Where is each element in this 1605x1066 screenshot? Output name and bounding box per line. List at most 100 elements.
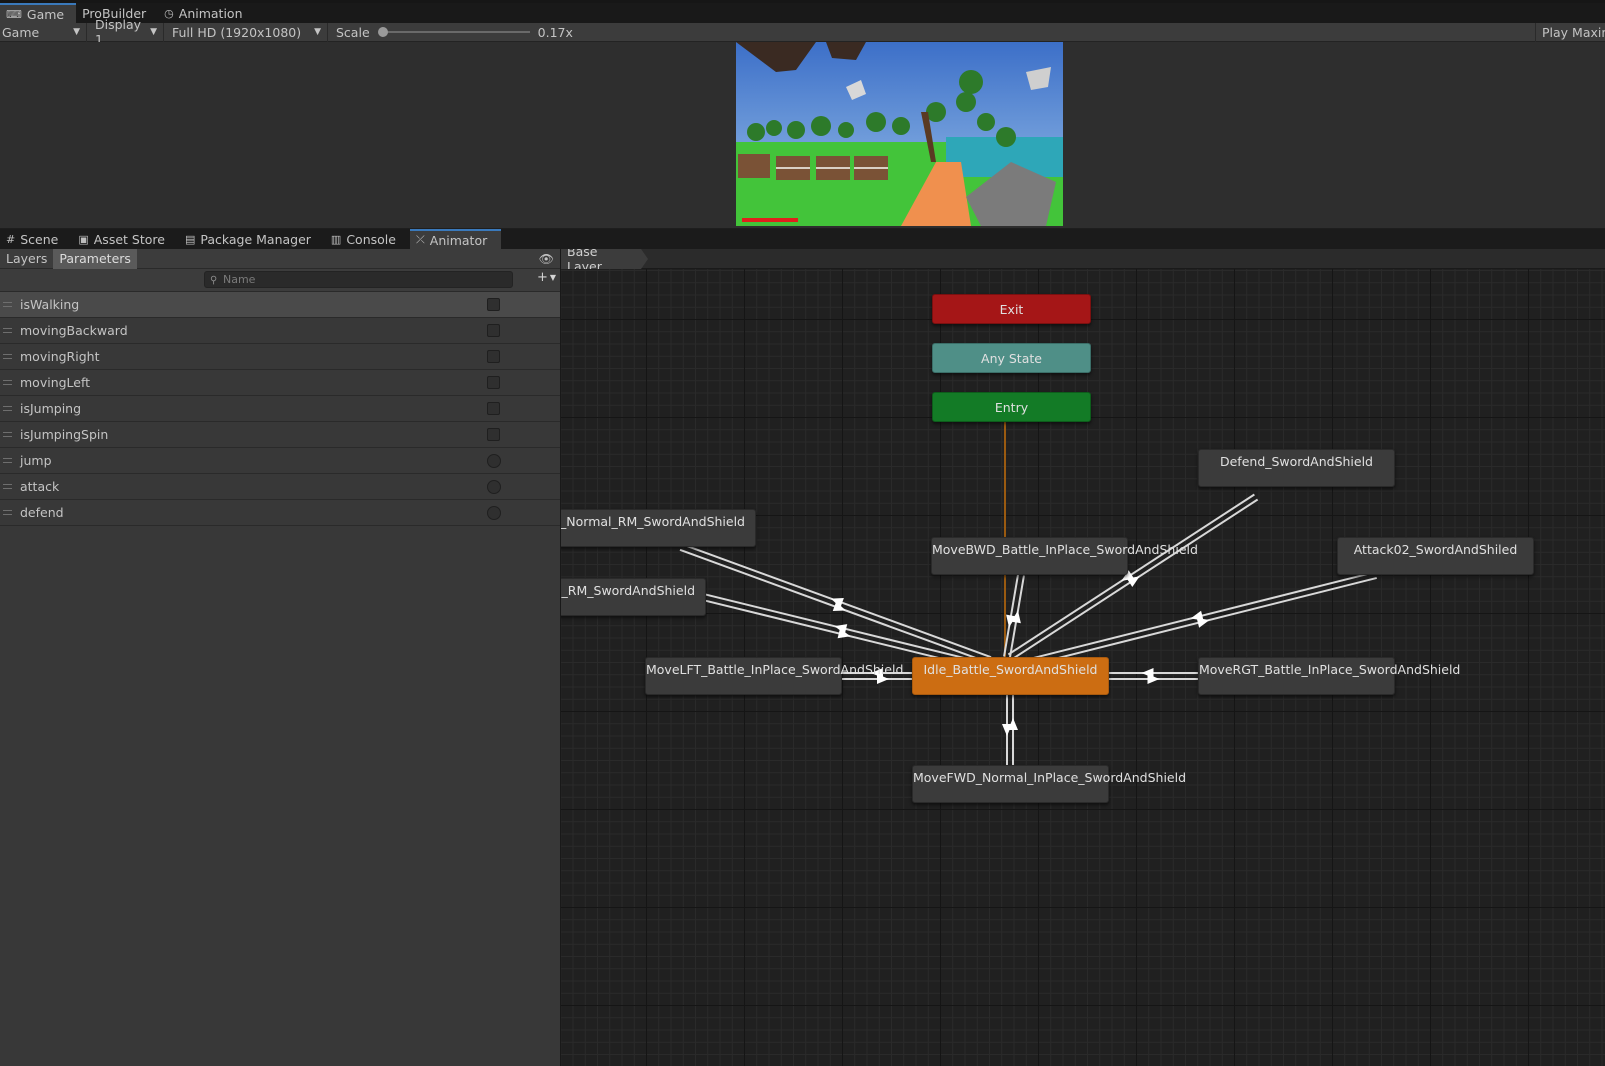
tab-package-manager[interactable]: ▤ Package Manager bbox=[179, 229, 325, 249]
parameter-name[interactable]: isJumpingSpin bbox=[20, 427, 108, 442]
parameter-name[interactable]: movingLeft bbox=[20, 375, 90, 390]
parameter-name[interactable]: movingBackward bbox=[20, 323, 128, 338]
eye-icon[interactable]: 👁 bbox=[539, 252, 554, 266]
parameter-search-row: ⚲ Name + ▼ bbox=[0, 269, 560, 292]
state-label: MoveRGT_Battle_InPlace_SwordAndShield bbox=[1199, 662, 1461, 677]
parameter-name[interactable]: defend bbox=[20, 505, 64, 520]
parameter-name[interactable]: attack bbox=[20, 479, 59, 494]
state-defend[interactable]: Defend_SwordAndShield bbox=[1198, 449, 1395, 487]
tab-scene[interactable]: # Scene bbox=[0, 229, 72, 249]
drag-handle-icon[interactable] bbox=[3, 484, 12, 489]
state-exit[interactable]: Exit bbox=[932, 294, 1091, 324]
tab-animation[interactable]: ◷ Animation bbox=[158, 3, 254, 23]
tab-console[interactable]: ▥ Console bbox=[325, 229, 410, 249]
parameter-row[interactable]: isJumpingSpin bbox=[0, 422, 560, 448]
plus-icon: + bbox=[536, 270, 548, 285]
drag-handle-icon[interactable] bbox=[3, 510, 12, 515]
tab-asset-store[interactable]: ▣ Asset Store bbox=[72, 229, 179, 249]
parameter-row[interactable]: movingLeft bbox=[0, 370, 560, 396]
clock-icon: ◷ bbox=[164, 6, 174, 20]
parameter-row[interactable]: defend bbox=[0, 500, 560, 526]
state-label: MoveLFT_Battle_InPlace_SwordAndShield bbox=[646, 662, 904, 677]
tab-animator[interactable]: ⤫ Animator bbox=[409, 229, 502, 249]
parameter-checkbox[interactable] bbox=[487, 298, 500, 311]
scale-slider[interactable] bbox=[377, 27, 530, 37]
parameter-row[interactable]: attack bbox=[0, 474, 560, 500]
parameter-trigger-radio[interactable] bbox=[487, 453, 501, 468]
chevron-down-icon: ▼ bbox=[73, 27, 80, 37]
drag-handle-icon[interactable] bbox=[3, 328, 12, 333]
state-move-lft[interactable]: MoveLFT_Battle_InPlace_SwordAndShield bbox=[645, 657, 903, 695]
editor-tab-bar: # Scene ▣ Asset Store ▤ Package Manager … bbox=[0, 229, 1605, 249]
drag-handle-icon[interactable] bbox=[3, 302, 12, 307]
state-move-rgt[interactable]: MoveRGT_Battle_InPlace_SwordAndShield bbox=[1198, 657, 1460, 695]
tab-game[interactable]: ⌨ Game bbox=[0, 3, 77, 23]
state-move-bwd[interactable]: MoveBWD_Battle_InPlace_SwordAndShield bbox=[931, 537, 1198, 575]
state-jump-spin[interactable]: pin_RM_SwordAndShield bbox=[561, 578, 706, 616]
scale-slider-handle[interactable] bbox=[377, 27, 388, 37]
parameter-checkbox[interactable] bbox=[487, 402, 500, 415]
parameter-name[interactable]: isJumping bbox=[20, 401, 81, 416]
gamepad-icon: ⌨ bbox=[6, 7, 22, 21]
state-label: Idle_Battle_SwordAndShield bbox=[923, 662, 1098, 677]
parameter-name[interactable]: movingRight bbox=[20, 349, 99, 364]
game-render[interactable] bbox=[736, 42, 1063, 226]
state-any-state[interactable]: Any State bbox=[932, 343, 1091, 373]
tab-label: Game bbox=[26, 6, 65, 22]
state-label: MoveFWD_Normal_InPlace_SwordAndShield bbox=[913, 770, 1187, 785]
parameter-trigger-radio[interactable] bbox=[487, 505, 501, 520]
parameter-name[interactable]: isWalking bbox=[20, 297, 79, 312]
animator-icon: ⤫ bbox=[415, 233, 425, 246]
state-idle-default[interactable]: Idle_Battle_SwordAndShield bbox=[912, 657, 1109, 695]
game-view-dropdown[interactable]: Game ▼ bbox=[0, 23, 86, 42]
drag-handle-icon[interactable] bbox=[3, 354, 12, 359]
drag-handle-icon[interactable] bbox=[3, 458, 12, 463]
state-label: Exit bbox=[999, 302, 1024, 317]
state-label: Entry bbox=[994, 400, 1029, 415]
tab-label: Asset Store bbox=[93, 231, 165, 247]
play-maximized-dropdown[interactable]: Play Maximi bbox=[1535, 23, 1605, 42]
state-entry[interactable]: Entry bbox=[932, 392, 1091, 422]
drag-handle-icon[interactable] bbox=[3, 432, 12, 437]
parameter-row[interactable]: movingBackward bbox=[0, 318, 560, 344]
game-view[interactable] bbox=[0, 42, 1605, 228]
console-icon: ▥ bbox=[330, 232, 342, 246]
display-dropdown[interactable]: Display 1 ▼ bbox=[87, 17, 163, 47]
breadcrumb-base-layer[interactable]: Base Layer bbox=[561, 249, 648, 269]
grid-icon: # bbox=[6, 232, 16, 246]
play-mode-label: Play Maximi bbox=[1542, 25, 1605, 40]
parameter-row[interactable]: jump bbox=[0, 448, 560, 474]
search-placeholder: Name bbox=[223, 273, 256, 286]
state-label: oFull_Normal_RM_SwordAndShield bbox=[561, 514, 745, 529]
drag-handle-icon[interactable] bbox=[3, 406, 12, 411]
scale-value: 0.17x bbox=[537, 24, 573, 40]
drag-handle-icon[interactable] bbox=[3, 380, 12, 385]
parameter-row[interactable]: isWalking bbox=[0, 292, 560, 318]
tab-parameters[interactable]: Parameters bbox=[53, 248, 137, 269]
animator-graph[interactable]: Base Layer Exit Any State Entry Defend_S… bbox=[561, 249, 1605, 1066]
parameter-search-input[interactable]: ⚲ Name bbox=[204, 271, 513, 288]
parameter-checkbox[interactable] bbox=[487, 428, 500, 441]
parameter-trigger-radio[interactable] bbox=[487, 479, 501, 494]
parameter-checkbox[interactable] bbox=[487, 376, 500, 389]
state-move-fwd[interactable]: MoveFWD_Normal_InPlace_SwordAndShield bbox=[912, 765, 1186, 803]
tab-label: Console bbox=[346, 231, 396, 247]
state-label: pin_RM_SwordAndShield bbox=[561, 583, 695, 598]
search-icon: ⚲ bbox=[210, 275, 218, 286]
panel-tabs: Layers Parameters 👁 bbox=[0, 248, 560, 269]
state-jump-full[interactable]: oFull_Normal_RM_SwordAndShield bbox=[561, 509, 756, 547]
parameter-row[interactable]: isJumping bbox=[0, 396, 560, 422]
parameter-checkbox[interactable] bbox=[487, 324, 500, 337]
tab-layers[interactable]: Layers bbox=[0, 249, 53, 269]
state-attack[interactable]: Attack02_SwordAndShiled bbox=[1337, 537, 1534, 575]
state-label: Any State bbox=[981, 351, 1042, 366]
game-toolbar: Game ▼ Display 1 ▼ Full HD (1920x1080) ▼… bbox=[0, 17, 1605, 47]
add-parameter-button[interactable]: + ▼ bbox=[537, 270, 556, 285]
parameter-row[interactable]: movingRight bbox=[0, 344, 560, 370]
top-tab-bar: ⌨ Game ProBuilder ◷ Animation bbox=[0, 0, 1605, 23]
bag-icon: ▣ bbox=[78, 232, 89, 246]
resolution-dropdown[interactable]: Full HD (1920x1080) ▼ bbox=[164, 23, 327, 42]
parameter-name[interactable]: jump bbox=[20, 453, 52, 468]
state-label: Attack02_SwordAndShiled bbox=[1353, 542, 1518, 557]
parameter-checkbox[interactable] bbox=[487, 350, 500, 363]
